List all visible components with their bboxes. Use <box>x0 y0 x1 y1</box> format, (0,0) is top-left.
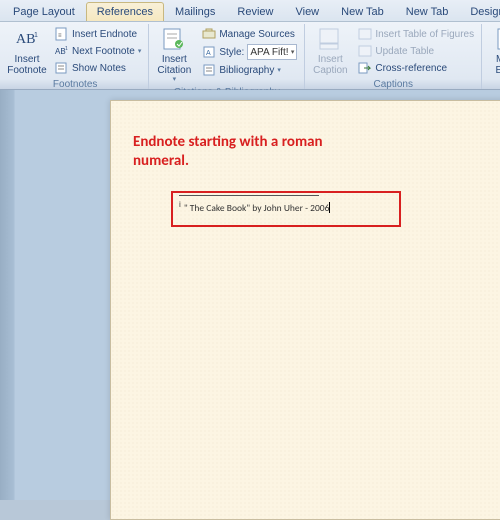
show-notes-button[interactable]: Show Notes <box>52 60 144 76</box>
style-select[interactable]: APA Fift! ▾ <box>247 44 297 60</box>
update-table-icon <box>358 44 372 58</box>
style-value: APA Fift! <box>250 47 288 58</box>
chevron-down-icon: ▾ <box>277 66 281 74</box>
chevron-down-icon: ▾ <box>173 76 177 84</box>
insert-endnote-button[interactable]: ≡ Insert Endnote <box>52 26 144 42</box>
style-icon: A <box>202 45 216 59</box>
insert-citation-label: Insert Citation <box>157 54 191 76</box>
group-footnotes: AB1 Insert Footnote ≡ Insert Endnote AB1… <box>2 24 149 89</box>
tab-design[interactable]: Design <box>459 2 500 21</box>
svg-text:1: 1 <box>65 46 68 52</box>
svg-text:A: A <box>206 50 211 57</box>
tab-view[interactable]: View <box>284 2 330 21</box>
bibliography-label: Bibliography <box>219 65 274 76</box>
ribbon: AB1 Insert Footnote ≡ Insert Endnote AB1… <box>0 22 500 90</box>
ribbon-tabs: Page Layout References Mailings Review V… <box>0 0 500 22</box>
chevron-down-icon: ▾ <box>291 48 295 56</box>
tof-label: Insert Table of Figures <box>375 29 474 40</box>
next-footnote-icon: AB1 <box>55 44 69 58</box>
group-captions: Insert Caption Insert Table of Figures U… <box>305 24 482 89</box>
tab-page-layout[interactable]: Page Layout <box>2 2 86 21</box>
style-row: A Style: APA Fift! ▾ <box>199 43 300 61</box>
cross-ref-label: Cross-reference <box>375 63 447 74</box>
insert-caption-label: Insert Caption <box>313 54 347 76</box>
manage-sources-label: Manage Sources <box>219 29 295 40</box>
mark-entry-button[interactable]: Mark Entry <box>486 24 500 78</box>
svg-text:AB: AB <box>16 32 35 47</box>
tof-icon <box>358 27 372 41</box>
endnote-body: " The Cake Book" by John Uher - 2006 <box>184 202 330 214</box>
mark-entry-label: Mark Entry <box>495 54 500 76</box>
tab-new2[interactable]: New Tab <box>395 2 460 21</box>
endnote-line[interactable]: i" The Cake Book" by John Uher - 2006 <box>179 200 393 214</box>
style-label: Style: <box>219 47 244 58</box>
group-citations: Insert Citation ▾ Manage Sources A Style… <box>149 24 305 89</box>
footnote-icon: AB1 <box>13 26 41 52</box>
tab-references[interactable]: References <box>86 2 164 21</box>
tab-new1[interactable]: New Tab <box>330 2 395 21</box>
show-notes-icon <box>55 61 69 75</box>
insert-caption-button[interactable]: Insert Caption <box>309 24 351 78</box>
manage-sources-icon <box>202 27 216 41</box>
show-notes-label: Show Notes <box>72 63 126 74</box>
svg-text:1: 1 <box>34 32 38 39</box>
insert-endnote-label: Insert Endnote <box>72 29 137 40</box>
update-table-label: Update Table <box>375 46 434 57</box>
bibliography-icon <box>202 63 216 77</box>
document-area: Endnote starting with a roman numeral. i… <box>0 90 500 500</box>
mark-entry-icon <box>493 26 500 52</box>
next-footnote-button[interactable]: AB1 Next Footnote ▾ <box>52 43 144 59</box>
cross-ref-icon <box>358 61 372 75</box>
manage-sources-button[interactable]: Manage Sources <box>199 26 300 42</box>
endnote-icon: ≡ <box>55 27 69 41</box>
chevron-down-icon: ▾ <box>138 47 142 55</box>
annotation-line2: numeral. <box>133 152 189 170</box>
next-footnote-label: Next Footnote <box>72 46 135 57</box>
tab-review[interactable]: Review <box>226 2 284 21</box>
annotation-text: Endnote starting with a roman numeral. <box>133 133 393 171</box>
caption-icon <box>316 26 344 52</box>
svg-text:≡: ≡ <box>58 33 62 39</box>
endnote-highlight-box: i" The Cake Book" by John Uher - 2006 <box>171 191 401 227</box>
update-table-button[interactable]: Update Table <box>355 43 477 59</box>
tab-mailings[interactable]: Mailings <box>164 2 226 21</box>
cross-reference-button[interactable]: Cross-reference <box>355 60 477 76</box>
citation-icon <box>160 26 188 52</box>
insert-citation-button[interactable]: Insert Citation ▾ <box>153 24 195 86</box>
text-cursor <box>329 202 330 213</box>
group-index: Mark Entry Insert Updat Index <box>482 24 500 89</box>
page[interactable]: Endnote starting with a roman numeral. i… <box>110 100 500 520</box>
insert-footnote-label: Insert Footnote <box>7 54 46 76</box>
bibliography-button[interactable]: Bibliography ▾ <box>199 62 300 78</box>
annotation-line1: Endnote starting with a roman <box>133 133 323 151</box>
table-of-figures-button[interactable]: Insert Table of Figures <box>355 26 477 42</box>
endnote-separator <box>179 195 319 196</box>
insert-footnote-button[interactable]: AB1 Insert Footnote <box>6 24 48 78</box>
endnote-numeral: i <box>179 200 181 210</box>
